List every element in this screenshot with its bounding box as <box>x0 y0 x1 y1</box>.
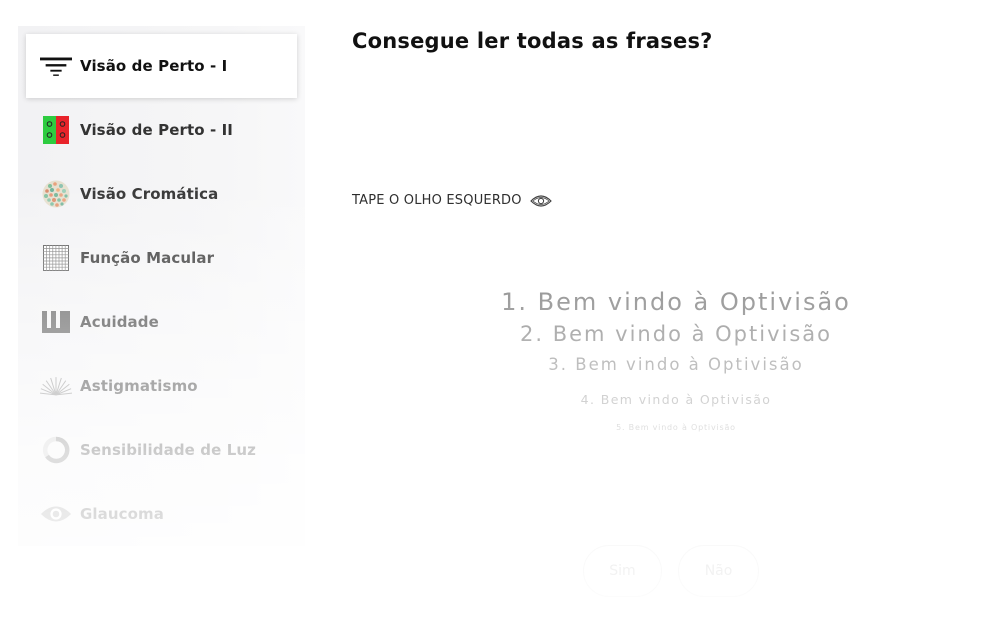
sidebar-item-sensibilidade-luz[interactable]: Sensibilidade de Luz <box>26 418 297 482</box>
instruction-text: TAPE O OLHO ESQUERDO <box>352 193 522 208</box>
contrast-ring-icon <box>40 434 72 466</box>
reading-sentences: 1. Bem vindo à Optivisão 2. Bem vindo à … <box>352 280 1000 432</box>
sidebar-item-label: Visão de Perto - I <box>80 57 228 75</box>
color-dots-icon <box>40 178 72 210</box>
acuity-chart-icon <box>40 306 72 338</box>
red-green-chart-icon <box>40 114 72 146</box>
sentence-3: 3. Bem vindo à Optivisão <box>548 355 804 374</box>
page-title: Consegue ler todas as frases? <box>352 29 713 53</box>
filter-lines-icon <box>40 50 72 82</box>
sidebar-item-label: Acuidade <box>80 313 159 331</box>
sidebar-item-label: Visão Cromática <box>80 185 219 203</box>
eye-outline-icon <box>529 194 552 208</box>
sidebar-item-label: Astigmatismo <box>80 377 198 395</box>
sidebar-item-acuidade[interactable]: Acuidade <box>26 290 297 354</box>
sidebar-item-label: Glaucoma <box>80 505 165 523</box>
sidebar-item-label: Função Macular <box>80 249 215 267</box>
sidebar-item-visao-cromatica[interactable]: Visão Cromática <box>26 162 297 226</box>
sidebar-item-visao-perto-1[interactable]: Visão de Perto - I <box>26 34 297 98</box>
no-button[interactable]: Não <box>678 545 759 597</box>
sentence-1: 1. Bem vindo à Optivisão <box>501 288 851 316</box>
sidebar-item-glaucoma[interactable]: Glaucoma <box>26 482 297 546</box>
instruction: TAPE O OLHO ESQUERDO <box>352 193 552 208</box>
sidebar-item-label: Visão de Perto - II <box>80 121 233 139</box>
sidebar-item-label: Sensibilidade de Luz <box>80 441 256 459</box>
sentence-5: 5. Bem vindo à Optivisão <box>616 423 736 432</box>
sidebar: Visão de Perto - I Visão de Perto - II V… <box>18 26 305 546</box>
sidebar-item-astigmatismo[interactable]: Astigmatismo <box>26 354 297 418</box>
astigmatism-fan-icon <box>40 370 72 402</box>
sidebar-item-visao-perto-2[interactable]: Visão de Perto - II <box>26 98 297 162</box>
sidebar-item-funcao-macular[interactable]: Função Macular <box>26 226 297 290</box>
amsler-grid-icon <box>40 242 72 274</box>
sentence-2: 2. Bem vindo à Optivisão <box>520 322 832 346</box>
sentence-4: 4. Bem vindo à Optivisão <box>580 392 772 407</box>
yes-button[interactable]: Sim <box>583 545 662 597</box>
eye-icon <box>40 498 72 530</box>
